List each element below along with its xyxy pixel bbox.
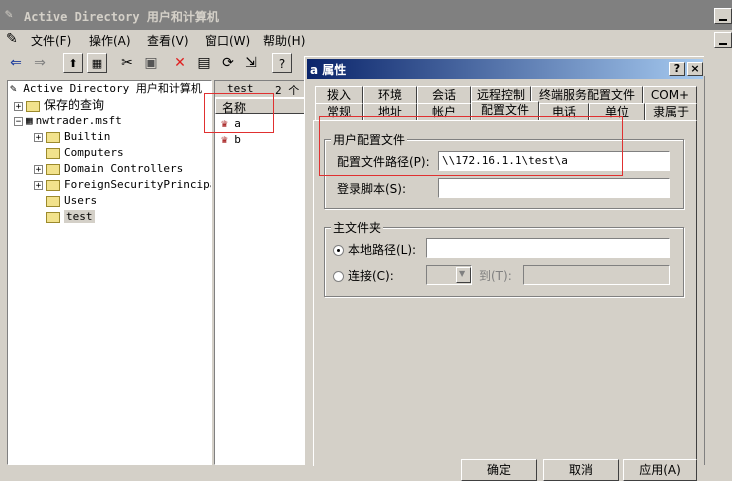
folder-icon bbox=[26, 100, 40, 112]
menu-bar: ✎ 文件(F) 操作(A) 查看(V) 窗口(W) 帮助(H) bbox=[0, 30, 732, 50]
main-window-title: Active Directory 用户和计算机 bbox=[24, 10, 219, 24]
menu-file[interactable]: 文件(F) bbox=[31, 32, 71, 49]
connect-option[interactable]: 连接(C): bbox=[333, 267, 394, 284]
menu-action[interactable]: 操作(A) bbox=[89, 32, 131, 49]
to-label: 到(T): bbox=[479, 269, 512, 283]
tree-item-foreign-security-principals[interactable]: + ForeignSecurityPrincipals bbox=[34, 177, 211, 193]
show-tree-icon[interactable]: ▦ bbox=[87, 53, 107, 73]
tree-item-builtin[interactable]: + Builtin bbox=[34, 129, 110, 145]
minimize-button[interactable] bbox=[714, 8, 732, 24]
folder-icon bbox=[46, 131, 60, 143]
cut-icon[interactable]: ✂ bbox=[117, 53, 137, 73]
highlight-box-list bbox=[204, 93, 274, 133]
tab-dial-in[interactable]: 拨入 bbox=[315, 86, 363, 103]
menu-window[interactable]: 窗口(W) bbox=[205, 32, 250, 49]
home-folder-group-label: 主文件夹 bbox=[331, 219, 384, 236]
local-path-label: 本地路径(L): bbox=[348, 243, 417, 257]
tree-pane: ✎ Active Directory 用户和计算机 + 保存的查询 − ▦ nwtra… bbox=[7, 80, 212, 465]
tree-item-users[interactable]: Users bbox=[46, 193, 97, 209]
menu-help[interactable]: 帮助(H) bbox=[263, 32, 305, 49]
ad-app-icon: ✎ bbox=[5, 7, 13, 22]
cancel-button[interactable]: 取消 bbox=[543, 459, 619, 481]
domain-icon: ▦ bbox=[26, 114, 33, 127]
tree-item-label: 保存的查询 bbox=[44, 98, 105, 112]
collapse-icon[interactable]: − bbox=[14, 116, 23, 126]
ad-root-icon: ✎ bbox=[10, 82, 17, 95]
minimize-icon bbox=[719, 19, 727, 21]
properties-icon[interactable]: ▤ bbox=[194, 53, 214, 73]
folder-icon bbox=[46, 179, 60, 191]
tree-item-domain-controllers[interactable]: + Domain Controllers bbox=[34, 161, 183, 177]
export-list-icon[interactable]: ⇲ bbox=[241, 53, 261, 73]
menu-view[interactable]: 查看(V) bbox=[147, 32, 189, 49]
delete-icon[interactable]: ✕ bbox=[170, 53, 190, 73]
connect-label: 连接(C): bbox=[348, 269, 394, 283]
dialog-help-button[interactable]: ? bbox=[669, 62, 685, 76]
expand-icon[interactable]: + bbox=[34, 180, 43, 190]
tree-item-label: Builtin bbox=[64, 130, 111, 143]
tree-root[interactable]: ✎ Active Directory 用户和计算机 bbox=[10, 81, 202, 97]
expand-icon[interactable]: + bbox=[34, 164, 43, 174]
local-path-input[interactable] bbox=[426, 238, 670, 258]
dialog-close-button[interactable]: × bbox=[687, 62, 703, 76]
refresh-icon[interactable]: ⟳ bbox=[218, 53, 238, 73]
list-item[interactable]: ♛ b bbox=[221, 133, 305, 149]
tree-item-label: ForeignSecurityPrincipals bbox=[64, 178, 211, 191]
local-path-option[interactable]: 本地路径(L): bbox=[333, 241, 416, 258]
list-item-label: b bbox=[234, 133, 241, 146]
tree-item-saved-queries[interactable]: + 保存的查询 bbox=[14, 97, 104, 113]
mmc-menu-icon: ✎ bbox=[6, 31, 18, 47]
expand-icon[interactable]: + bbox=[34, 132, 43, 142]
ou-folder-icon bbox=[46, 163, 60, 175]
tab-ts-profile[interactable]: 终端服务配置文件 bbox=[531, 86, 643, 103]
connect-to-input[interactable] bbox=[523, 265, 670, 285]
dropdown-button[interactable]: ▼ bbox=[456, 267, 471, 283]
list-pane: test 2 个对象 名称 ♛ a ♛ b bbox=[214, 80, 306, 465]
folder-icon bbox=[46, 147, 60, 159]
minimize-icon bbox=[719, 43, 727, 45]
tree-item-test[interactable]: test bbox=[46, 209, 95, 225]
tree-item-computers[interactable]: Computers bbox=[46, 145, 124, 161]
tab-member-of[interactable]: 隶属于 bbox=[645, 103, 697, 120]
folder-icon bbox=[46, 195, 60, 207]
dialog-title-bar: a 属性 ? × bbox=[307, 59, 703, 79]
tree-item-label: nwtrader.msft bbox=[35, 114, 122, 127]
tree-item-domain[interactable]: − ▦ nwtrader.msft bbox=[14, 113, 122, 129]
logon-script-label: 登录脚本(S): bbox=[337, 182, 407, 196]
dialog-title: a 属性 bbox=[310, 63, 347, 77]
drive-letter-select[interactable]: ▼ bbox=[426, 265, 472, 285]
ok-button[interactable]: 确定 bbox=[461, 459, 537, 481]
main-title-bar: ✎ Active Directory 用户和计算机 bbox=[0, 0, 732, 30]
highlight-box-profile bbox=[319, 116, 623, 176]
tab-sessions[interactable]: 会话 bbox=[417, 86, 471, 103]
chevron-down-icon: ▼ bbox=[459, 269, 466, 278]
forward-icon[interactable]: ⇒ bbox=[30, 53, 50, 73]
logon-script-input[interactable] bbox=[438, 178, 670, 198]
apply-button[interactable]: 应用(A) bbox=[623, 459, 697, 481]
connect-radio[interactable] bbox=[333, 271, 344, 282]
up-folder-icon[interactable]: ⬆ bbox=[63, 53, 83, 73]
properties-dialog: a 属性 ? × 拨入 环境 会话 远程控制 终端服务配置文件 COM+ 常规 … bbox=[304, 56, 704, 481]
tree-root-label: Active Directory 用户和计算机 bbox=[23, 82, 202, 95]
user-icon: ♛ bbox=[221, 133, 228, 146]
child-minimize-button[interactable] bbox=[714, 32, 732, 48]
ou-folder-icon bbox=[46, 211, 60, 223]
window-right-edge bbox=[704, 76, 732, 465]
tab-environment[interactable]: 环境 bbox=[363, 86, 417, 103]
back-icon[interactable]: ⇐ bbox=[6, 53, 26, 73]
tree-item-label: Domain Controllers bbox=[64, 162, 184, 175]
help-icon[interactable]: ? bbox=[272, 53, 292, 73]
expand-icon[interactable]: + bbox=[14, 101, 23, 111]
copy-icon[interactable]: ▣ bbox=[141, 53, 161, 73]
tree-item-label: test bbox=[64, 210, 95, 223]
tree-item-label: Users bbox=[64, 194, 98, 207]
local-path-radio[interactable] bbox=[333, 245, 344, 256]
tab-com-plus[interactable]: COM+ bbox=[643, 86, 697, 103]
tree-item-label: Computers bbox=[64, 146, 124, 159]
